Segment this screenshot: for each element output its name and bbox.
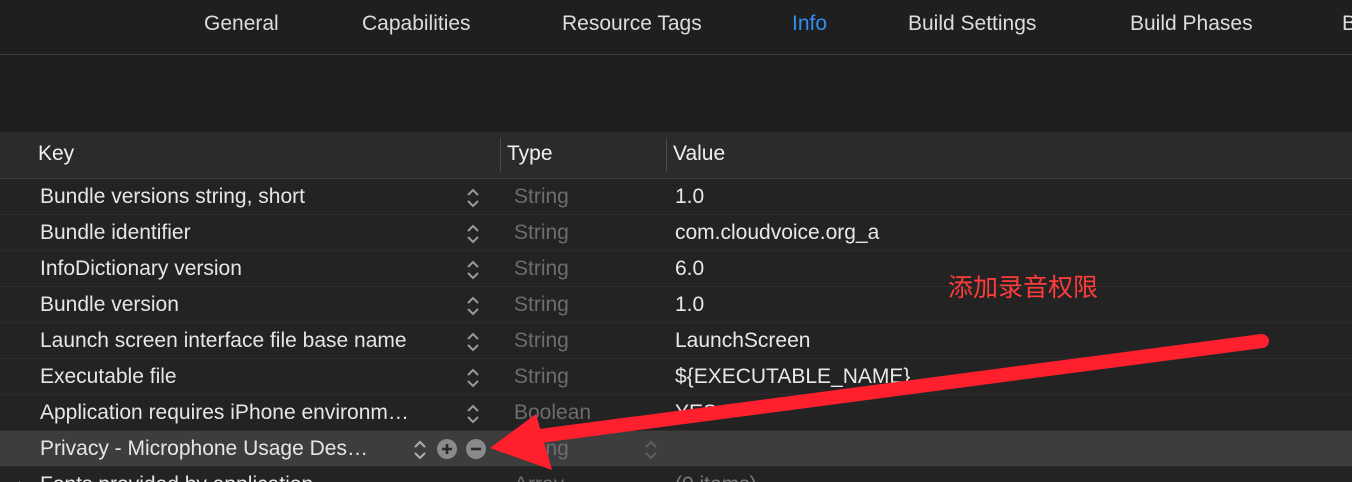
row-key: Fonts provided by application (40, 473, 313, 482)
tab-resource-tags[interactable]: Resource Tags (562, 12, 702, 36)
table-row-selected[interactable]: Privacy - Microphone Usage Des… String (0, 431, 1352, 467)
updown-chevron-icon[interactable] (466, 330, 480, 354)
xcode-target-editor: General Capabilities Resource Tags Info … (0, 0, 1352, 482)
row-value[interactable]: 1.0 (675, 185, 704, 209)
updown-chevron-icon[interactable] (466, 366, 480, 390)
row-type[interactable]: String (514, 437, 569, 461)
row-type[interactable]: String (514, 221, 569, 245)
info-plist-table: Key Type Value Bundle versions string, s… (0, 132, 1352, 482)
column-divider[interactable] (666, 138, 667, 172)
table-row[interactable]: Launch screen interface file base name S… (0, 323, 1352, 359)
row-value[interactable]: YES (675, 401, 717, 425)
table-row[interactable]: Application requires iPhone environm… Bo… (0, 395, 1352, 431)
table-row[interactable]: InfoDictionary version String 6.0 (0, 251, 1352, 287)
table-row[interactable]: Executable file String ${EXECUTABLE_NAME… (0, 359, 1352, 395)
updown-chevron-icon[interactable] (413, 438, 427, 462)
row-value[interactable]: (0 items) (675, 473, 757, 482)
row-key: Bundle identifier (40, 221, 191, 244)
row-type[interactable]: Array (514, 473, 564, 482)
row-type[interactable]: String (514, 329, 569, 353)
row-key: Launch screen interface file base name (40, 329, 407, 352)
row-value[interactable]: ${EXECUTABLE_NAME} (675, 365, 910, 389)
row-key-editing[interactable]: Privacy - Microphone Usage Des… (40, 437, 368, 461)
row-value[interactable]: LaunchScreen (675, 329, 810, 353)
row-value[interactable]: com.cloudvoice.org_a (675, 221, 879, 245)
column-header-value[interactable]: Value (673, 142, 725, 166)
row-value[interactable]: 1.0 (675, 293, 704, 317)
table-header: Key Type Value (0, 132, 1352, 179)
row-type[interactable]: Boolean (514, 401, 591, 425)
column-header-type[interactable]: Type (507, 142, 553, 166)
table-row[interactable]: Bundle identifier String com.cloudvoice.… (0, 215, 1352, 251)
editor-tab-bar: General Capabilities Resource Tags Info … (0, 0, 1352, 55)
updown-chevron-icon[interactable] (466, 294, 480, 318)
row-type[interactable]: String (514, 257, 569, 281)
row-key: Application requires iPhone environm… (40, 401, 409, 424)
column-header-key[interactable]: Key (38, 142, 74, 166)
updown-chevron-icon[interactable] (644, 438, 658, 462)
tab-build-rules-truncated[interactable]: B (1342, 12, 1352, 36)
row-key: Executable file (40, 365, 177, 388)
row-key: Bundle version (40, 293, 179, 316)
row-key: Bundle versions string, short (40, 185, 305, 208)
annotation-label: 添加录音权限 (948, 274, 1099, 302)
tab-capabilities[interactable]: Capabilities (362, 12, 471, 36)
updown-chevron-icon[interactable] (466, 186, 480, 210)
row-type[interactable]: String (514, 185, 569, 209)
minus-circle-icon[interactable] (466, 439, 486, 459)
table-row[interactable]: Bundle version String 1.0 (0, 287, 1352, 323)
updown-chevron-icon[interactable] (466, 402, 480, 426)
table-row[interactable]: Fonts provided by application Array (0 i… (0, 467, 1352, 482)
row-type[interactable]: String (514, 365, 569, 389)
tab-build-settings[interactable]: Build Settings (908, 12, 1036, 36)
tab-general[interactable]: General (204, 12, 279, 36)
table-row[interactable]: Bundle versions string, short String 1.0 (0, 179, 1352, 215)
updown-chevron-icon[interactable] (466, 222, 480, 246)
row-key: InfoDictionary version (40, 257, 242, 280)
tab-info[interactable]: Info (792, 12, 827, 36)
plus-circle-icon[interactable] (437, 439, 457, 459)
tab-build-phases[interactable]: Build Phases (1130, 12, 1253, 36)
row-value[interactable]: 6.0 (675, 257, 704, 281)
row-type[interactable]: String (514, 293, 569, 317)
updown-chevron-icon[interactable] (466, 258, 480, 282)
column-divider[interactable] (500, 138, 501, 172)
